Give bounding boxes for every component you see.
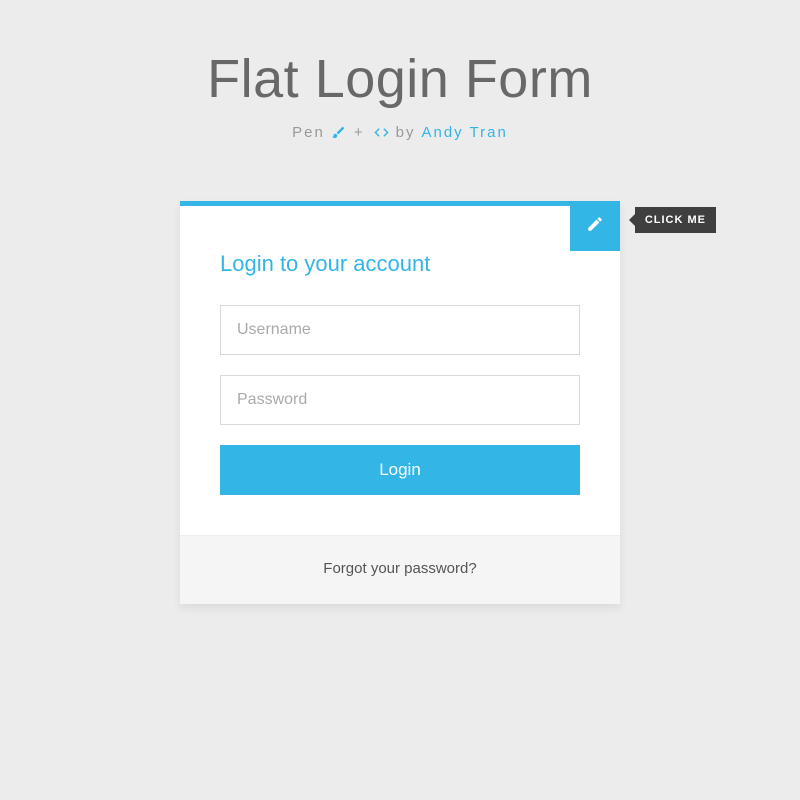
by-label: by (396, 124, 416, 141)
card-body: Login to your account Login (180, 206, 620, 535)
forgot-password-link[interactable]: Forgot your password? (323, 560, 476, 577)
login-card: CLICK ME Login to your account Login For… (180, 201, 620, 604)
plus-separator: + (354, 124, 365, 141)
password-input[interactable] (220, 375, 580, 425)
pencil-icon (586, 215, 604, 238)
toggle-button[interactable]: CLICK ME (570, 201, 620, 251)
subtitle: Pen + by Andy Tran (0, 124, 800, 141)
code-icon (373, 124, 390, 141)
login-button[interactable]: Login (220, 445, 580, 495)
page-header: Flat Login Form Pen + by Andy Tran (0, 0, 800, 141)
author-link[interactable]: Andy Tran (421, 124, 507, 141)
brush-icon (331, 125, 346, 140)
login-card-wrap: CLICK ME Login to your account Login For… (180, 201, 620, 604)
pen-label: Pen (292, 124, 325, 141)
username-input[interactable] (220, 305, 580, 355)
card-footer: Forgot your password? (180, 535, 620, 604)
toggle-tooltip: CLICK ME (635, 207, 716, 233)
page-title: Flat Login Form (0, 48, 800, 110)
form-title: Login to your account (220, 251, 580, 277)
